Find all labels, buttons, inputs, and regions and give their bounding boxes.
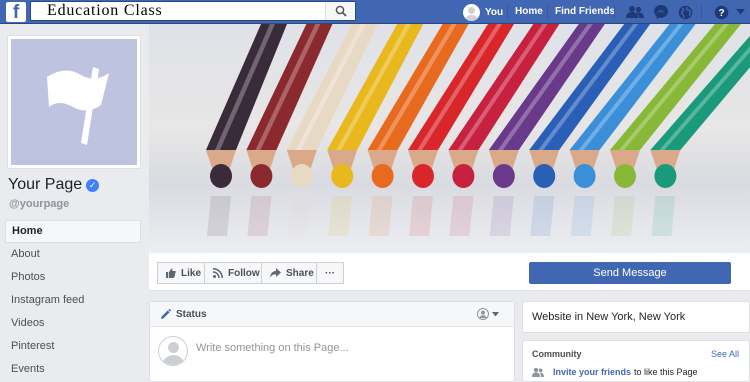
sidebar-item-events[interactable]: Events: [5, 358, 141, 381]
status-body: [150, 327, 514, 377]
search-input[interactable]: [31, 2, 323, 20]
page-name-text: Your Page: [8, 176, 83, 193]
invite-text: to like this Page: [634, 367, 698, 377]
page-handle[interactable]: @yourpage: [9, 198, 69, 210]
status-tab-label[interactable]: Status: [176, 309, 207, 320]
status-composer: Status: [149, 301, 515, 382]
verified-badge-icon: ✓: [86, 178, 100, 192]
invite-row: Invite your friends to like this Page: [532, 367, 698, 377]
sidebar-item-photos[interactable]: Photos: [5, 266, 141, 289]
follow-button[interactable]: Follow: [204, 262, 269, 284]
page-side-nav: Home About Photos Instagram feed Videos …: [5, 220, 141, 381]
messenger-icon[interactable]: [652, 3, 670, 21]
nav-divider: [701, 5, 702, 19]
share-arrow-icon: [270, 268, 281, 278]
send-message-button[interactable]: Send Message: [529, 262, 731, 284]
follow-label: Follow: [228, 267, 260, 279]
share-button[interactable]: Share: [261, 262, 323, 284]
see-all-link[interactable]: See All: [711, 349, 739, 359]
sidebar-item-videos[interactable]: Videos: [5, 312, 141, 335]
nav-home-link[interactable]: Home: [515, 2, 543, 22]
page-action-bar: Like Follow Share ··· Send Message: [149, 253, 750, 291]
flag-icon: [47, 67, 109, 145]
search-icon: [335, 5, 347, 17]
profile-placeholder: [11, 39, 137, 165]
friends-icon[interactable]: [626, 3, 644, 21]
composer-avatar: [158, 336, 188, 366]
sidebar-item-home[interactable]: Home: [5, 220, 141, 243]
caret-down-icon: [492, 311, 499, 316]
nav-find-friends-link[interactable]: Find Friends: [555, 2, 615, 22]
status-header: Status: [150, 302, 514, 327]
nav-profile-link[interactable]: You: [463, 2, 503, 22]
sidebar-item-instagram-feed[interactable]: Instagram feed: [5, 289, 141, 312]
pencil-icon: [161, 308, 171, 319]
like-button[interactable]: Like: [157, 262, 211, 284]
user-avatar-icon: [463, 3, 480, 21]
nav-profile-label: You: [485, 6, 504, 18]
more-options-button[interactable]: ···: [316, 262, 344, 284]
caret-down-icon[interactable]: [731, 3, 749, 21]
nav-divider: [547, 5, 548, 19]
sidebar-item-pinterest[interactable]: Pinterest: [5, 335, 141, 358]
nav-divider: [507, 5, 508, 19]
invite-friends-link[interactable]: Invite your friends: [553, 367, 631, 377]
rss-icon: [213, 268, 223, 278]
top-navbar: f You Home Find Friends ?: [0, 0, 750, 24]
user-silhouette-icon: [477, 308, 489, 320]
people-icon: [532, 367, 544, 377]
svg-text:?: ?: [718, 8, 724, 19]
search-bar: [30, 1, 356, 21]
globe-icon[interactable]: [676, 3, 694, 21]
nav-divider: [614, 5, 615, 19]
post-as-selector[interactable]: [477, 308, 499, 320]
like-label: Like: [181, 267, 202, 279]
sidebar-item-about[interactable]: About: [5, 243, 141, 266]
cover-photo[interactable]: [149, 24, 750, 253]
status-input[interactable]: [196, 342, 496, 354]
community-card: Community See All Invite your friends to…: [522, 340, 750, 382]
page-title: Your Page ✓: [8, 176, 100, 194]
share-label: Share: [286, 267, 314, 279]
website-info-card: Website in New York, New York: [522, 301, 750, 333]
search-button[interactable]: [325, 2, 355, 20]
facebook-logo[interactable]: f: [6, 2, 26, 22]
colored-pencils-image: [206, 24, 750, 236]
thumbs-up-icon: [166, 268, 176, 278]
community-title: Community: [532, 349, 582, 359]
profile-picture[interactable]: [7, 35, 141, 169]
more-options-label: ···: [325, 267, 335, 279]
help-icon[interactable]: ?: [712, 3, 730, 21]
